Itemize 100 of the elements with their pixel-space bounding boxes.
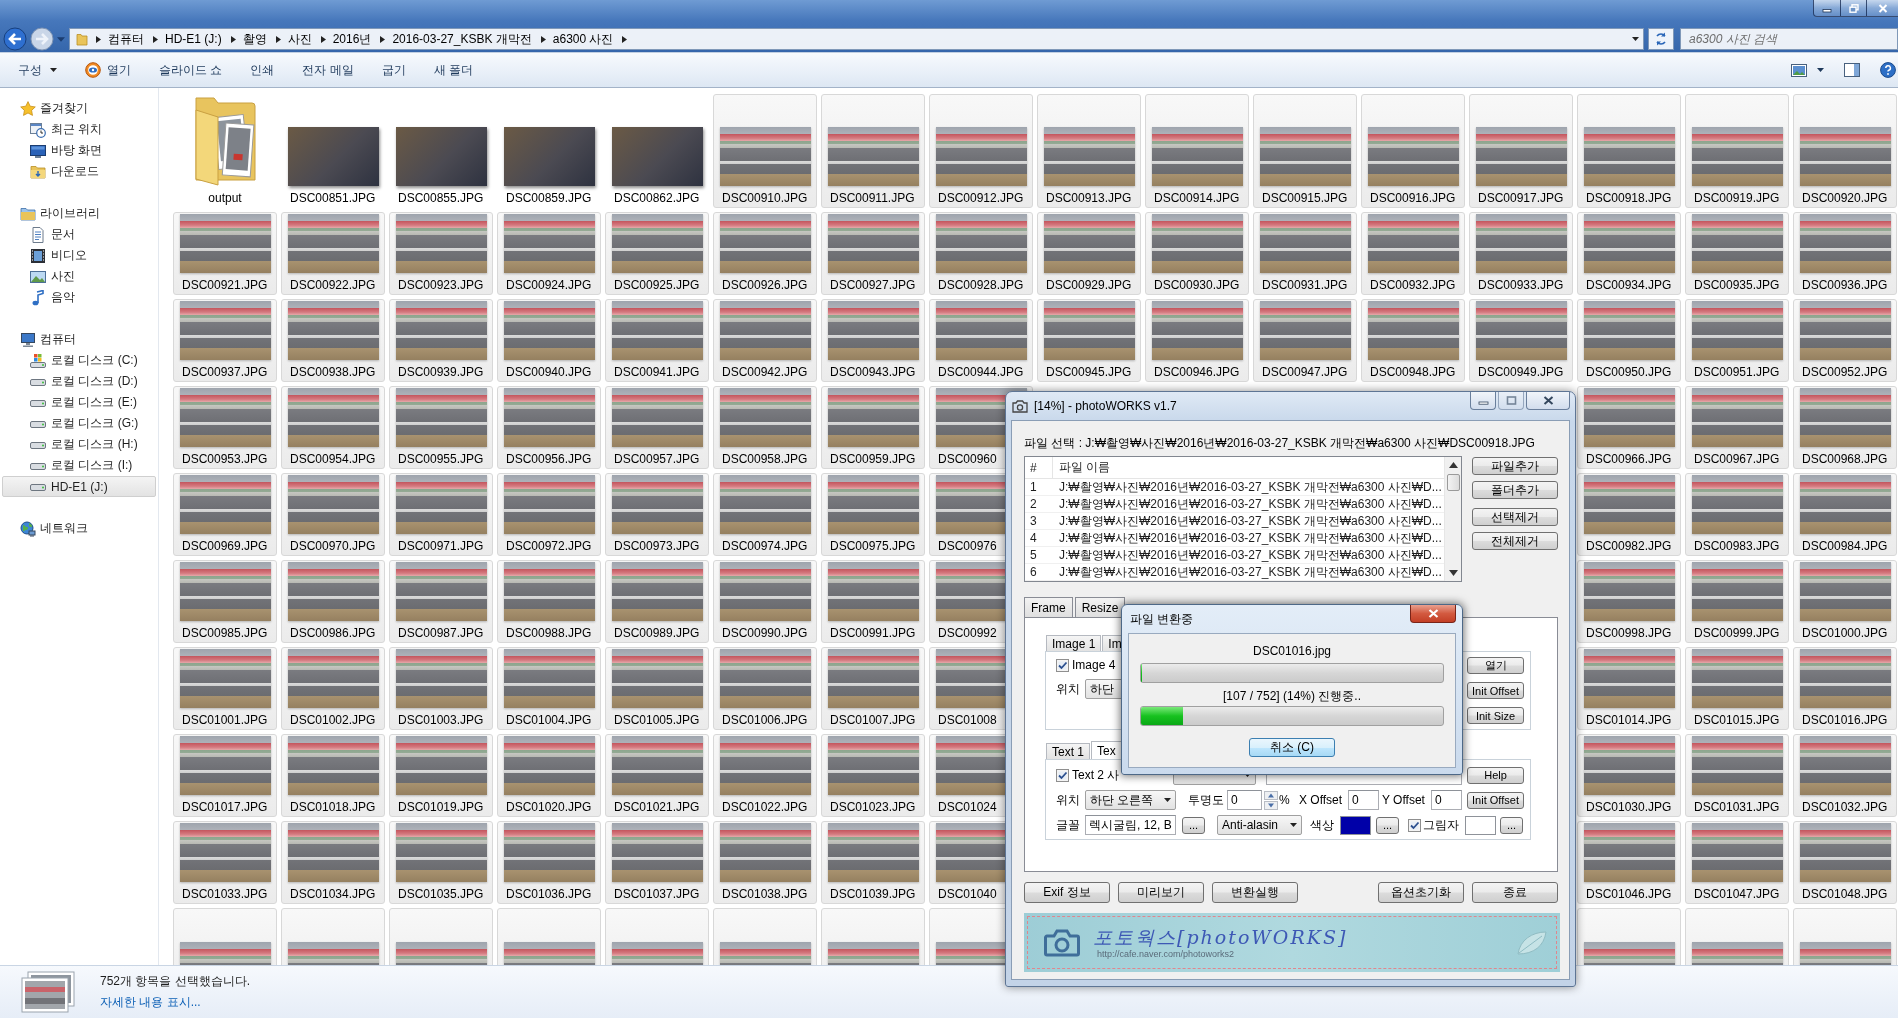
sidebar-item[interactable]: 문서 xyxy=(2,224,156,245)
file-tile[interactable]: DSC00862.JPG xyxy=(605,94,709,208)
file-tile[interactable]: DSC01037.JPG xyxy=(605,821,709,904)
file-tile[interactable]: DSC00945.JPG xyxy=(1037,299,1141,382)
smoothing-dropdown[interactable]: Anti-alasin xyxy=(1217,815,1302,835)
checkbox[interactable] xyxy=(1056,658,1069,672)
file-tile[interactable]: DSC00954.JPG xyxy=(281,386,385,469)
file-tile[interactable]: DSC00939.JPG xyxy=(389,299,493,382)
file-tile[interactable]: DSC00983.JPG xyxy=(1685,473,1789,556)
file-tile[interactable]: DSC01020.JPG xyxy=(497,734,601,817)
file-tile[interactable]: DSC01034.JPG xyxy=(281,821,385,904)
sidebar-item[interactable]: 로컬 디스크 (I:) xyxy=(2,455,156,476)
file-tile[interactable]: DSC01046.JPG xyxy=(1577,821,1681,904)
file-tile[interactable]: DSC00913.JPG xyxy=(1037,94,1141,208)
sidebar-item[interactable]: 로컬 디스크 (H:) xyxy=(2,434,156,455)
file-tile[interactable]: DSC01036.JPG xyxy=(497,821,601,904)
file-tile[interactable]: DSC00984.JPG xyxy=(1793,473,1897,556)
file-tile[interactable]: DSC00855.JPG xyxy=(389,94,493,208)
file-tile[interactable]: DSC01016.JPG xyxy=(1793,647,1897,730)
file-tile[interactable]: DSC00910.JPG xyxy=(713,94,817,208)
file-tile[interactable]: DSC00989.JPG xyxy=(605,560,709,643)
file-tile[interactable]: DSC00920.JPG xyxy=(1793,94,1897,208)
refresh-icon[interactable] xyxy=(1648,28,1674,50)
file-tile[interactable]: DSC00975.JPG xyxy=(821,473,925,556)
x-offset-field[interactable]: 0 xyxy=(1348,790,1379,810)
file-tile[interactable]: DSC01000.JPG xyxy=(1793,560,1897,643)
file-tile[interactable]: DSC01017.JPG xyxy=(173,734,277,817)
file-tile[interactable]: DSC00932.JPG xyxy=(1361,212,1465,295)
file-tile[interactable]: DSC00917.JPG xyxy=(1469,94,1573,208)
scroll-thumb[interactable] xyxy=(1446,474,1460,491)
sidebar-item[interactable]: 라이브러리 xyxy=(2,203,156,224)
help-button[interactable]: Help xyxy=(1467,766,1524,784)
column-header[interactable]: 파일 이름 xyxy=(1053,459,1444,476)
file-tile[interactable]: DSC01022.JPG xyxy=(713,734,817,817)
file-tile[interactable]: DSC00958.JPG xyxy=(713,386,817,469)
file-tile[interactable]: DSC00943.JPG xyxy=(821,299,925,382)
browse-button[interactable]: ... xyxy=(1182,816,1205,834)
file-tile[interactable]: DSC00936.JPG xyxy=(1793,212,1897,295)
file-tile[interactable]: DSC00859.JPG xyxy=(497,94,601,208)
sidebar-item[interactable]: 로컬 디스크 (C:) xyxy=(2,350,156,371)
file-tile[interactable]: DSC00930.JPG xyxy=(1145,212,1249,295)
add-folder-button[interactable]: 폴더추가 xyxy=(1472,481,1558,499)
file-tile[interactable]: DSC00949.JPG xyxy=(1469,299,1573,382)
file-tile[interactable]: DSC00988.JPG xyxy=(497,560,601,643)
file-tile[interactable]: DSC00911.JPG xyxy=(821,94,925,208)
chevron-icon[interactable] xyxy=(622,35,628,43)
file-tile[interactable]: DSC00914.JPG xyxy=(1145,94,1249,208)
file-tile[interactable]: DSC00931.JPG xyxy=(1253,212,1357,295)
chevron-icon[interactable] xyxy=(540,35,546,43)
file-tile[interactable]: DSC00974.JPG xyxy=(713,473,817,556)
file-tile[interactable]: DSC00928.JPG xyxy=(929,212,1033,295)
file-tile[interactable]: DSC01048.JPG xyxy=(1793,821,1897,904)
file-tile[interactable]: DSC00944.JPG xyxy=(929,299,1033,382)
file-tile[interactable]: DSC00947.JPG xyxy=(1253,299,1357,382)
file-tile[interactable]: DSC00916.JPG xyxy=(1361,94,1465,208)
close-icon[interactable] xyxy=(1867,0,1898,17)
maximize-icon[interactable] xyxy=(1498,392,1524,410)
browse-button[interactable]: ... xyxy=(1500,816,1523,834)
chevron-icon[interactable] xyxy=(230,35,236,43)
exif-info-button[interactable]: Exif 정보 xyxy=(1024,882,1110,903)
sidebar-item[interactable]: 사진 xyxy=(2,266,156,287)
file-tile[interactable]: DSC00926.JPG xyxy=(713,212,817,295)
file-tile[interactable]: DSC00940.JPG xyxy=(497,299,601,382)
preview-button[interactable]: 미리보기 xyxy=(1118,882,1204,903)
sidebar-item[interactable]: 로컬 디스크 (G:) xyxy=(2,413,156,434)
chevron-icon[interactable] xyxy=(153,35,158,43)
file-tile[interactable]: DSC01021.JPG xyxy=(605,734,709,817)
toolbar-menu[interactable]: 구성 xyxy=(4,58,71,82)
file-tile[interactable]: DSC00923.JPG xyxy=(389,212,493,295)
tab[interactable]: Image 1 xyxy=(1046,635,1102,651)
file-tile[interactable]: DSC00934.JPG xyxy=(1577,212,1681,295)
file-tile[interactable]: DSC00948.JPG xyxy=(1361,299,1465,382)
details-link[interactable]: 자세한 내용 표시... xyxy=(100,995,251,1010)
help-icon[interactable] xyxy=(1880,62,1896,78)
file-tile[interactable]: DSC01031.JPG xyxy=(1685,734,1789,817)
sidebar-item[interactable]: 다운로드 xyxy=(2,161,156,182)
browse-button[interactable]: ... xyxy=(1376,816,1399,834)
file-tile[interactable]: DSC00969.JPG xyxy=(173,473,277,556)
file-tile[interactable]: DSC00970.JPG xyxy=(281,473,385,556)
add-files-button[interactable]: 파일추가 xyxy=(1472,457,1558,475)
file-tile[interactable]: DSC00957.JPG xyxy=(605,386,709,469)
breadcrumb[interactable]: 2016-03-27_KSBK 개막전 xyxy=(391,30,533,48)
file-tile[interactable]: DSC00946.JPG xyxy=(1145,299,1249,382)
file-tile[interactable]: DSC01035.JPG xyxy=(389,821,493,904)
file-tile[interactable]: DSC00982.JPG xyxy=(1577,473,1681,556)
file-tile[interactable]: DSC01006.JPG xyxy=(713,647,817,730)
file-tile[interactable]: DSC01019.JPG xyxy=(389,734,493,817)
file-tile[interactable]: DSC00921.JPG xyxy=(173,212,277,295)
file-tile[interactable]: DSC00955.JPG xyxy=(389,386,493,469)
reset-options-button[interactable]: 옵션초기화 xyxy=(1378,882,1464,903)
checkbox[interactable] xyxy=(1056,768,1069,782)
file-tile[interactable]: DSC00999.JPG xyxy=(1685,560,1789,643)
sidebar-item[interactable]: 음악 xyxy=(2,287,156,308)
folder-tile[interactable]: output xyxy=(173,94,277,208)
file-tile[interactable]: DSC01033.JPG xyxy=(173,821,277,904)
file-tile[interactable]: DSC00998.JPG xyxy=(1577,560,1681,643)
file-tile[interactable]: DSC01001.JPG xyxy=(173,647,277,730)
scrollbar[interactable] xyxy=(1444,457,1461,581)
exit-button[interactable]: 종료 xyxy=(1472,882,1558,903)
search-field[interactable]: a6300 사진 검색 xyxy=(1680,28,1898,50)
